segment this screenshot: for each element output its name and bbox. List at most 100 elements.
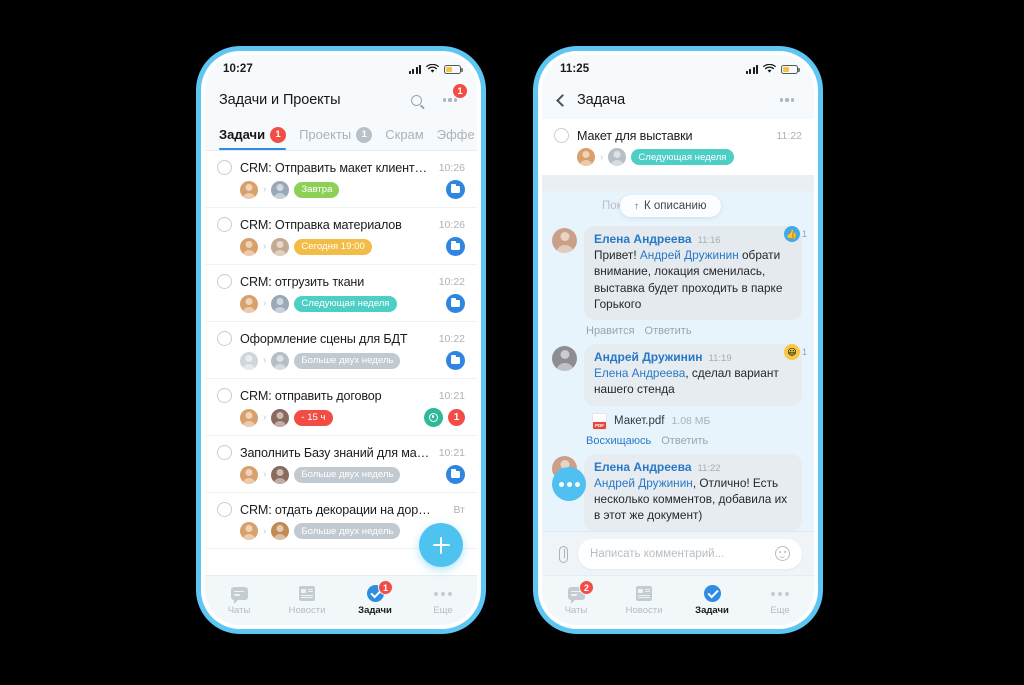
task-row-meta: › Больше двух недель <box>217 351 465 370</box>
app-header-left: Задачи и Проекты 1 <box>205 81 477 119</box>
chevron-left-icon[interactable] <box>556 93 569 107</box>
tab-bar: Задачи 1 Проекты 1 Скрам Эффе <box>205 119 477 151</box>
reply-action[interactable]: Ответить <box>645 325 692 337</box>
nav-item-chats[interactable]: Чаты <box>205 585 273 616</box>
add-task-button[interactable] <box>419 523 463 567</box>
paperclip-icon[interactable] <box>554 545 570 563</box>
tab-scrum[interactable]: Скрам <box>385 119 423 150</box>
phone-left: 10:27 Задачи и Проекты 1 Задачи 1 Проект… <box>196 46 486 634</box>
like-action[interactable]: Восхищаюсь <box>586 435 651 447</box>
more-dots-icon <box>779 98 795 102</box>
task-row-meta: › Завтра <box>217 180 465 199</box>
more-dots-icon <box>442 98 458 102</box>
folder-icon[interactable] <box>446 465 465 484</box>
nav-item-chats[interactable]: 2 Чаты <box>542 580 610 616</box>
tab-tasks[interactable]: Задачи 1 <box>219 119 287 150</box>
message-actions: Нравится Ответить <box>584 320 802 339</box>
avatar <box>271 237 290 256</box>
task-checkbox[interactable] <box>217 274 232 289</box>
comments-area: Пока ↑ К описанию Елена Андреева 11:16 П… <box>542 191 814 531</box>
clock-icon[interactable] <box>424 408 443 427</box>
wifi-icon <box>763 64 776 73</box>
table-row[interactable]: Заполнить Базу знаний для ма… 10:21 › Бо… <box>205 436 477 493</box>
task-checkbox[interactable] <box>217 217 232 232</box>
news-icon <box>298 585 317 602</box>
nav-badge: 1 <box>378 580 393 595</box>
more-badge: 1 <box>452 83 468 99</box>
table-row[interactable]: Оформление сцены для БДТ 10:22 › Больше … <box>205 322 477 379</box>
comment-input[interactable]: Написать комментарий... <box>578 538 802 569</box>
like-action[interactable]: Нравится <box>586 325 635 337</box>
task-title: CRM: Отправка материалов <box>240 217 402 232</box>
table-row[interactable]: CRM: отгрузить ткани 10:22 › Следующая н… <box>205 265 477 322</box>
jump-to-description-wrap: Пока ↑ К описанию <box>542 195 814 221</box>
message-author[interactable]: Андрей Дружинин <box>594 350 703 364</box>
message-actions: Восхищаюсь Ответить <box>584 430 802 449</box>
folder-icon[interactable] <box>446 294 465 313</box>
avatar[interactable] <box>552 228 577 253</box>
message-author[interactable]: Елена Андреева <box>594 232 692 246</box>
message-text: Андрей Дружинин, Отлично! Есть несколько… <box>594 475 792 524</box>
message-bubble[interactable]: Андрей Дружинин 11:19 Елена Андреева, сд… <box>584 344 802 406</box>
file-name: Макет.pdf <box>614 415 665 428</box>
section-divider <box>542 175 814 191</box>
phone-right-bezel: 11:25 Задача Макет для выставки 11:22 › … <box>538 51 818 629</box>
task-checkbox[interactable] <box>217 331 232 346</box>
nav-label: Еще <box>770 605 790 616</box>
nav-item-more[interactable]: Еще <box>409 585 477 616</box>
status-time: 10:27 <box>223 63 253 75</box>
news-icon <box>635 585 654 602</box>
message-author[interactable]: Елена Андреева <box>594 460 692 474</box>
table-row[interactable]: CRM: отправить договор 10:21 › - 15 ч 1 <box>205 379 477 436</box>
folder-icon[interactable] <box>446 351 465 370</box>
reaction-count: 1 <box>801 229 807 239</box>
jump-to-description-button[interactable]: ↑ К описанию <box>620 195 721 217</box>
task-row-meta: › Следующая неделя <box>554 148 802 166</box>
task-checkbox[interactable] <box>217 388 232 403</box>
nav-item-news[interactable]: Новости <box>610 585 678 616</box>
folder-icon[interactable] <box>446 237 465 256</box>
task-detail-card[interactable]: Макет для выставки 11:22 › Следующая нед… <box>542 119 814 175</box>
attachment-item[interactable]: PDF Макет.pdf 1.08 МБ <box>584 406 802 430</box>
table-row[interactable]: CRM: Отправка материалов 10:26 › Сегодня… <box>205 208 477 265</box>
mention-link[interactable]: Андрей Дружинин <box>640 248 739 262</box>
nav-item-news[interactable]: Новости <box>273 585 341 616</box>
smiley-icon[interactable] <box>775 546 790 561</box>
nav-label: Еще <box>433 605 453 616</box>
task-row-main: CRM: отгрузить ткани 10:22 <box>217 274 465 289</box>
nav-badge: 2 <box>579 580 594 595</box>
message-body: Елена Андреева 11:22 Андрей Дружинин, От… <box>584 453 802 531</box>
folder-icon[interactable] <box>446 180 465 199</box>
task-row-main: CRM: отдать декорации на дор… Вт <box>217 502 465 517</box>
nav-label: Задачи <box>695 605 729 616</box>
message-bubble[interactable]: Елена Андреева 11:16 Привет! Андрей Друж… <box>584 226 802 321</box>
more-button[interactable]: 1 <box>437 83 468 113</box>
tab-efficiency[interactable]: Эффе <box>437 119 475 150</box>
status-bar-left: 10:27 <box>205 55 477 81</box>
task-checkbox[interactable] <box>217 160 232 175</box>
more-button[interactable] <box>774 87 800 113</box>
reaction-badge[interactable]: 😃 1 <box>783 344 807 361</box>
mention-link[interactable]: Елена Андреева <box>594 366 685 380</box>
avatar[interactable] <box>552 346 577 372</box>
task-checkbox[interactable] <box>217 445 232 460</box>
signal-bars-icon <box>745 64 758 74</box>
task-title: CRM: Отправить макет клиент… <box>240 160 427 175</box>
battery-icon <box>444 64 463 74</box>
message-body: Андрей Дружинин 11:19 Елена Андреева, сд… <box>584 344 802 449</box>
reaction-badge[interactable]: 👍 1 <box>783 226 807 242</box>
mention-link[interactable]: Андрей Дружинин <box>594 476 693 490</box>
nav-item-more[interactable]: Еще <box>746 585 814 616</box>
table-row[interactable]: CRM: Отправить макет клиент… 10:26 › Зав… <box>205 151 477 208</box>
tab-projects[interactable]: Проекты 1 <box>299 119 373 150</box>
phone-right-screen: 11:25 Задача Макет для выставки 11:22 › … <box>542 55 814 625</box>
avatar <box>240 351 258 370</box>
message-bubble[interactable]: Елена Андреева 11:22 Андрей Дружинин, От… <box>584 453 802 531</box>
nav-item-tasks[interactable]: 1 Задачи <box>341 580 409 616</box>
nav-item-tasks[interactable]: Задачи <box>678 585 746 616</box>
task-checkbox[interactable] <box>554 128 569 143</box>
typing-dots-icon <box>552 467 586 501</box>
reply-action[interactable]: Ответить <box>661 435 708 447</box>
search-button[interactable] <box>403 87 429 113</box>
task-checkbox[interactable] <box>217 502 232 517</box>
